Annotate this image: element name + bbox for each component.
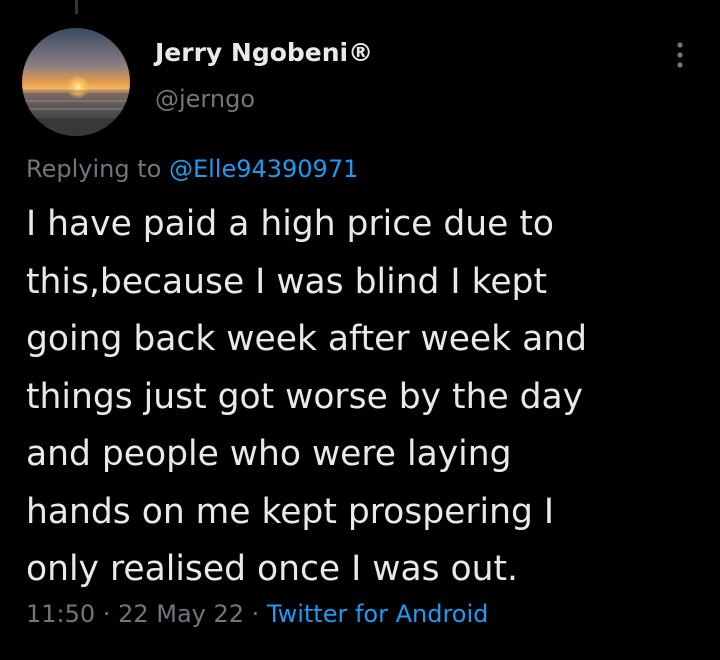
author-handle[interactable]: @jerngo (155, 85, 255, 113)
avatar[interactable] (22, 28, 130, 136)
tweet-text: I have paid a high price due to this,bec… (26, 196, 706, 599)
author-display-name[interactable]: Jerry Ngobeni® (155, 38, 373, 67)
tweet-time[interactable]: 11:50 (26, 600, 95, 628)
tweet-date[interactable]: 22 May 22 (118, 600, 244, 628)
tweet-line: only realised once I was out. (26, 549, 519, 589)
reply-target-link[interactable]: @Elle94390971 (169, 155, 358, 183)
meta-separator: · (244, 600, 267, 628)
tweet-line: hands on me kept prospering I (26, 491, 555, 532)
tweet-line: things just got worse by the day (26, 376, 584, 417)
tweet-line: going back week after week and (26, 319, 587, 359)
more-vertical-icon[interactable] (668, 36, 692, 76)
tweet-line: I have paid a high price due to (26, 204, 554, 244)
tweet-source-link[interactable]: Twitter for Android (267, 600, 488, 628)
tweet-line: and people who were laying (26, 434, 512, 474)
sunset-beach-avatar-icon (22, 28, 130, 136)
replying-to-label: Replying to (26, 155, 169, 183)
tweet-metadata: 11:50 · 22 May 22 · Twitter for Android (26, 600, 488, 628)
thread-connector-line (75, 0, 78, 14)
replying-to: Replying to @Elle94390971 (26, 155, 358, 183)
tweet-line: this,because I was blind I kept (26, 261, 547, 302)
meta-separator: · (95, 600, 119, 628)
